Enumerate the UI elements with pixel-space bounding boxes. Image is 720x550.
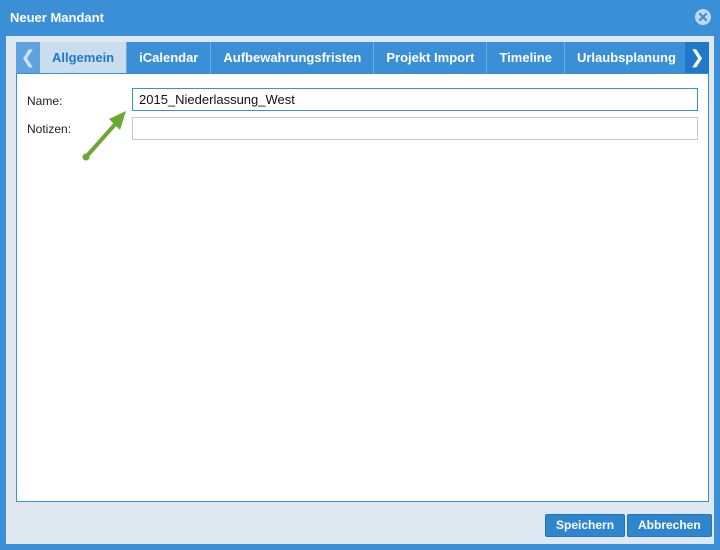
- tab-aufbewahrungsfristen[interactable]: Aufbewahrungsfristen: [211, 42, 375, 73]
- cancel-button[interactable]: Abbrechen: [627, 514, 712, 537]
- name-label: Name:: [27, 94, 63, 108]
- name-input[interactable]: [132, 88, 698, 111]
- tab-timeline[interactable]: Timeline: [487, 42, 565, 73]
- chevron-left-icon: ❮: [20, 47, 36, 67]
- tab-urlaubsplanung[interactable]: Urlaubsplanung: [565, 42, 685, 73]
- title-bar[interactable]: Neuer Mandant: [0, 0, 720, 36]
- notes-label: Notizen:: [27, 122, 72, 136]
- tab-scroll-left-button[interactable]: ❮: [16, 42, 40, 73]
- notes-input[interactable]: [132, 117, 698, 140]
- close-button[interactable]: [695, 9, 711, 25]
- close-icon: [698, 12, 708, 22]
- tab-projekt-import[interactable]: Projekt Import: [374, 42, 488, 73]
- chevron-right-icon: ❯: [689, 47, 705, 67]
- tab-strip: Allgemein iCalendar Aufbewahrungsfristen Pr…: [40, 42, 685, 73]
- save-button[interactable]: Speichern: [545, 514, 626, 537]
- dialog-window: Neuer Mandant ❮ Allgemein iCalendar Aufbew…: [0, 0, 720, 550]
- tab-allgemein[interactable]: Allgemein: [40, 42, 128, 73]
- tab-icalendar[interactable]: iCalendar: [127, 42, 212, 73]
- tab-bar: ❮ Allgemein iCalendar Aufbewahrungsfristen…: [16, 42, 709, 73]
- annotation-arrow-icon: [82, 111, 126, 161]
- tab-scroll-right-button[interactable]: ❯: [685, 42, 709, 73]
- dialog-title: Neuer Mandant: [10, 10, 104, 25]
